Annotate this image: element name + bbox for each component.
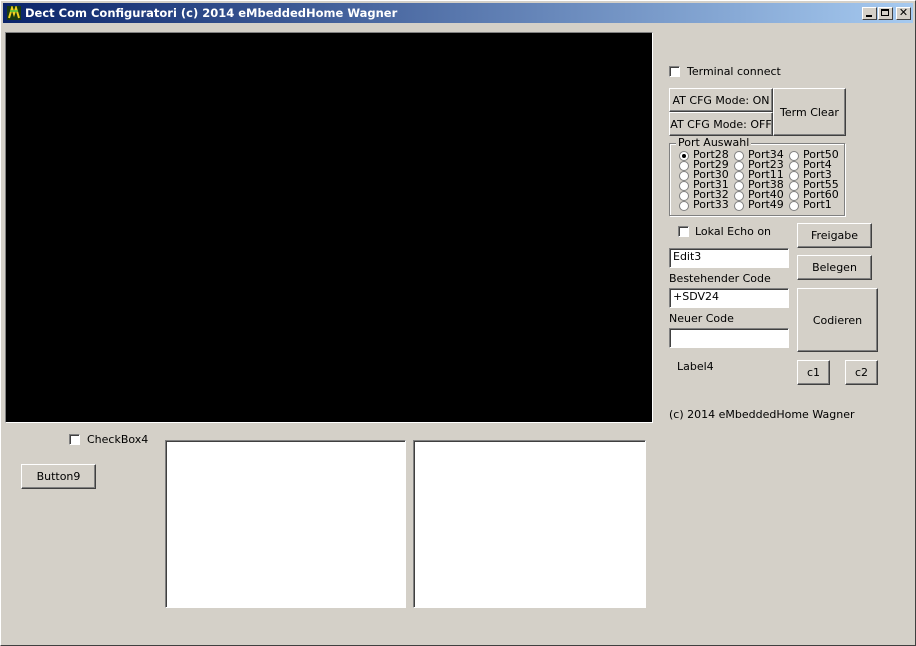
port-radio-label: Port1 — [803, 198, 832, 211]
port-radio-button[interactable] — [679, 181, 689, 191]
bestehender-code-label: Bestehender Code — [669, 272, 771, 285]
port-radio-label: Port33 — [693, 198, 729, 211]
minimize-icon — [866, 15, 872, 17]
term-clear-button[interactable]: Term Clear — [773, 88, 846, 136]
port-radio-button[interactable] — [734, 161, 744, 171]
maximize-button[interactable] — [878, 7, 893, 20]
port-radio-button[interactable] — [789, 161, 799, 171]
belegen-button[interactable]: Belegen — [797, 255, 872, 280]
bestehender-code-field[interactable]: +SDV24 — [669, 288, 789, 308]
maximize-icon — [881, 9, 889, 16]
port-radio-button[interactable] — [734, 191, 744, 201]
port-radio-button[interactable] — [789, 191, 799, 201]
codieren-button[interactable]: Codieren — [797, 288, 878, 352]
port-radio-button[interactable] — [789, 151, 799, 161]
neuer-code-field[interactable] — [669, 328, 789, 348]
edit3-field[interactable]: Edit3 — [669, 248, 789, 268]
button9[interactable]: Button9 — [21, 464, 96, 489]
lokal-echo-checkbox[interactable] — [678, 226, 689, 237]
port-radio-button[interactable] — [679, 201, 689, 211]
left-listbox[interactable] — [165, 440, 406, 608]
copyright-label: (c) 2014 eMbeddedHome Wagner — [669, 408, 855, 421]
c1-button[interactable]: c1 — [797, 360, 830, 385]
right-listbox[interactable] — [413, 440, 646, 608]
port-radio-button[interactable] — [789, 201, 799, 211]
port-radio-button[interactable] — [679, 161, 689, 171]
terminal-display[interactable] — [5, 32, 653, 423]
lokal-echo-label: Lokal Echo on — [695, 225, 772, 238]
close-button[interactable]: ✕ — [896, 6, 911, 20]
checkbox4-label: CheckBox4 — [87, 433, 149, 446]
port-radio-label: Port49 — [748, 198, 784, 211]
port-radio-button[interactable] — [734, 201, 744, 211]
app-icon — [7, 6, 21, 20]
checkbox4[interactable] — [69, 434, 80, 445]
close-icon: ✕ — [898, 6, 909, 19]
main-window: Dect Com Configuratori (c) 2014 eMbedded… — [0, 0, 916, 646]
window-title: Dect Com Configuratori (c) 2014 eMbedded… — [25, 6, 398, 20]
at-cfg-mode-off-button[interactable]: AT CFG Mode: OFF — [669, 112, 773, 136]
port-radio-button[interactable] — [734, 151, 744, 161]
port-radio-button[interactable] — [734, 181, 744, 191]
port-radio-button[interactable] — [789, 171, 799, 181]
port-radio-button[interactable] — [679, 171, 689, 181]
port-radio-button[interactable] — [789, 181, 799, 191]
terminal-connect-label: Terminal connect — [687, 65, 781, 78]
title-bar[interactable]: Dect Com Configuratori (c) 2014 eMbedded… — [3, 3, 913, 23]
minimize-button[interactable] — [862, 7, 877, 20]
freigabe-button[interactable]: Freigabe — [797, 223, 872, 248]
neuer-code-label: Neuer Code — [669, 312, 734, 325]
port-radio-button[interactable] — [679, 191, 689, 201]
port-radio-button[interactable] — [734, 171, 744, 181]
label4: Label4 — [677, 360, 714, 373]
port-radio-button[interactable] — [679, 151, 689, 161]
terminal-connect-checkbox[interactable] — [669, 66, 680, 77]
at-cfg-mode-on-button[interactable]: AT CFG Mode: ON — [669, 88, 773, 112]
c2-button[interactable]: c2 — [845, 360, 878, 385]
